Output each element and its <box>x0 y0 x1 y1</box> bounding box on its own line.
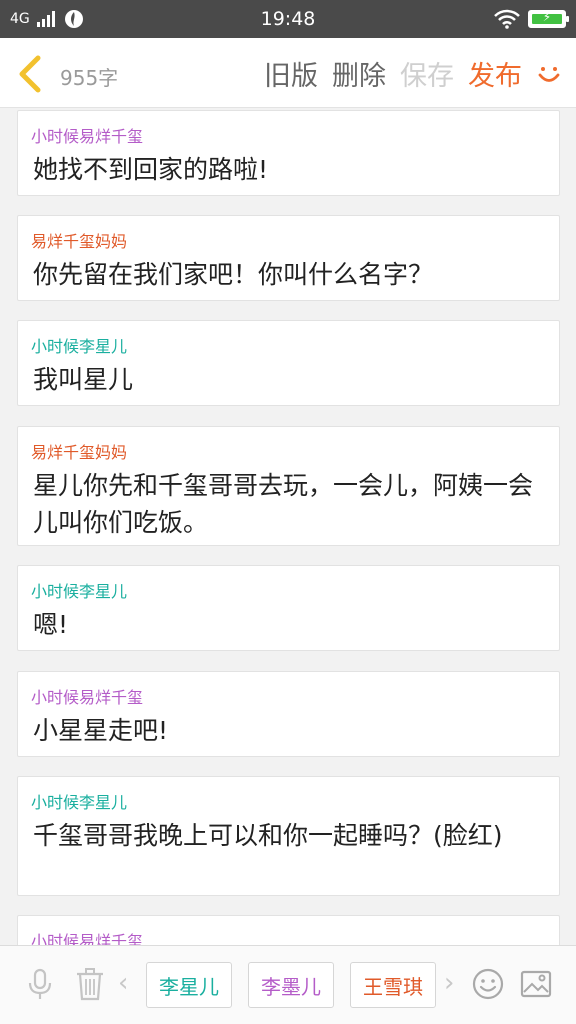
battery-icon: ⚡ <box>528 10 569 28</box>
status-bar: 4G 19:48 ⚡ <box>0 0 576 38</box>
speaker-name: 小时候李星儿 <box>31 582 128 601</box>
speaker-name: 小时候易烊千玺 <box>31 127 144 146</box>
image-icon[interactable] <box>518 966 554 1002</box>
speaker-name: 易烊千玺妈妈 <box>31 443 128 462</box>
dialogue-list: 小时候易烊千玺 她找不到回家的路啦! 易烊千玺妈妈 你先留在我们家吧！你叫什么名… <box>0 109 576 945</box>
smile-icon[interactable] <box>536 61 562 87</box>
speaker-name: 小时候李星儿 <box>31 337 128 356</box>
editor-header: 955字 旧版 删除 保存 发布 <box>0 38 576 108</box>
chevron-left-icon[interactable]: ‹ <box>118 968 128 998</box>
dialogue-text: 她找不到回家的路啦! <box>33 155 269 184</box>
dialogue-card[interactable]: 小时候易烊千玺 <box>17 915 560 945</box>
dialogue-text: 星儿你先和千玺哥哥去玩，一会儿，阿姨一会儿叫你们吃饭。 <box>33 471 534 537</box>
save-button[interactable]: 保存 <box>400 54 454 93</box>
dialogue-card[interactable]: 小时候易烊千玺 小星星走吧! <box>17 671 560 757</box>
character-name: 王雪琪 <box>363 974 423 999</box>
publish-button[interactable]: 发布 <box>468 54 522 93</box>
character-name: 李墨儿 <box>261 974 321 999</box>
trash-icon[interactable] <box>72 966 108 1002</box>
header-actions: 旧版 删除 保存 发布 <box>264 54 562 93</box>
status-right: ⚡ <box>494 8 569 30</box>
dialogue-card[interactable]: 易烊千玺妈妈 星儿你先和千玺哥哥去玩，一会儿，阿姨一会儿叫你们吃饭。 <box>17 426 560 546</box>
dialogue-card[interactable]: 小时候李星儿 嗯! <box>17 565 560 651</box>
character-chip[interactable]: 李星儿 <box>146 962 232 1008</box>
dialogue-card[interactable]: 小时候李星儿 我叫星儿 <box>17 320 560 406</box>
speaker-name: 易烊千玺妈妈 <box>31 232 128 251</box>
character-toolbar: ‹ 李星儿 李墨儿 王雪琪 › <box>0 945 576 1024</box>
back-button[interactable] <box>14 54 46 94</box>
character-chip[interactable]: 王雪琪 <box>350 962 436 1008</box>
microphone-icon[interactable] <box>22 966 58 1002</box>
dialogue-card[interactable]: 小时候李星儿 千玺哥哥我晚上可以和你一起睡吗？(脸红) <box>17 776 560 896</box>
dialogue-text: 嗯! <box>33 610 69 639</box>
dialogue-card[interactable]: 小时候易烊千玺 她找不到回家的路啦! <box>17 110 560 196</box>
wifi-icon <box>494 9 520 29</box>
dialogue-text: 千玺哥哥我晚上可以和你一起睡吗？(脸红) <box>33 821 503 850</box>
speaker-name: 小时候易烊千玺 <box>31 932 144 945</box>
delete-button[interactable]: 删除 <box>332 54 386 93</box>
character-chip[interactable]: 李墨儿 <box>248 962 334 1008</box>
dialogue-text: 我叫星儿 <box>33 365 134 394</box>
emoji-icon[interactable] <box>470 966 506 1002</box>
word-count: 955字 <box>60 66 119 90</box>
speaker-name: 小时候李星儿 <box>31 793 128 812</box>
character-name: 李星儿 <box>159 974 219 999</box>
speaker-name: 小时候易烊千玺 <box>31 688 144 707</box>
dialogue-text: 小星星走吧! <box>33 716 169 745</box>
old-version-button[interactable]: 旧版 <box>264 54 318 93</box>
clock: 19:48 <box>260 8 316 30</box>
chevron-right-icon[interactable]: › <box>444 968 454 998</box>
dialogue-text: 你先留在我们家吧！你叫什么名字？ <box>33 260 434 289</box>
dialogue-card[interactable]: 易烊千玺妈妈 你先留在我们家吧！你叫什么名字？ <box>17 215 560 301</box>
